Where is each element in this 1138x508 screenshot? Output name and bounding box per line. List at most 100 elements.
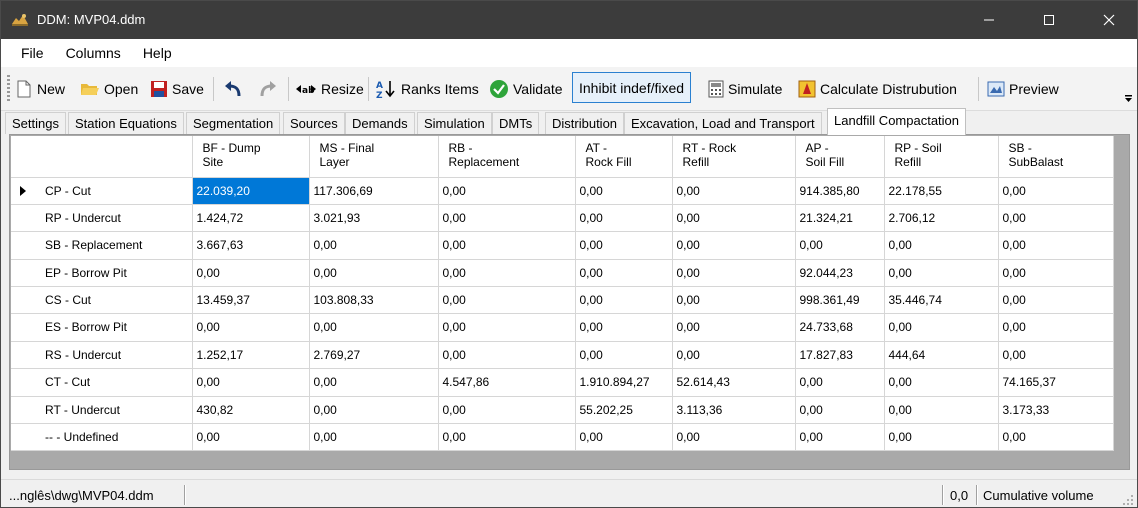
grid-cell[interactable]: 0,00 — [884, 423, 999, 452]
grid-cell[interactable]: 0,00 — [998, 313, 1114, 342]
grid-cell[interactable]: 914.385,80 — [795, 177, 885, 205]
grid-cell[interactable]: 0,00 — [998, 177, 1114, 205]
grid-cell[interactable]: 0,00 — [438, 341, 576, 370]
minimize-button[interactable] — [959, 1, 1019, 39]
grid-cell[interactable]: 21.324,21 — [795, 204, 885, 233]
tab-simulation[interactable]: Simulation — [417, 112, 492, 134]
grid-cell[interactable]: 92.044,23 — [795, 259, 885, 288]
grid-cell[interactable]: 0,00 — [438, 423, 576, 452]
grid-cell[interactable]: 0,00 — [795, 423, 885, 452]
grid-cell[interactable]: 0,00 — [998, 341, 1114, 370]
column-header[interactable]: RP - Soil Refill — [884, 136, 999, 178]
validate-button[interactable]: Validate — [489, 76, 563, 102]
undo-button[interactable] — [223, 76, 249, 102]
row-header[interactable]: CS - Cut — [11, 286, 193, 315]
grid-cell[interactable]: 3.173,33 — [998, 396, 1114, 425]
grid-cell[interactable]: 0,00 — [672, 259, 796, 288]
table-row[interactable]: SB - Replacement 3.667,63 0,00 0,00 0,00 0,00… — [11, 231, 1114, 260]
grid-cell[interactable]: 117.306,69 — [309, 177, 439, 205]
table-row[interactable]: ES - Borrow Pit 0,00 0,00 0,00 0,00 0,00 24.73… — [11, 313, 1114, 342]
grid-cell[interactable]: 17.827,83 — [795, 341, 885, 370]
table-row[interactable]: -- - Undefined 0,00 0,00 0,00 0,00 0,00 0,00 0,… — [11, 423, 1114, 452]
preview-button[interactable]: Preview — [987, 76, 1059, 102]
grid-cell[interactable]: 13.459,37 — [192, 286, 310, 315]
toolbar-overflow-icon[interactable] — [1124, 94, 1133, 103]
grid-cell[interactable]: 103.808,33 — [309, 286, 439, 315]
inhibit-indef-fixed-button[interactable]: Inhibit indef/fixed — [572, 72, 692, 103]
grid-cell[interactable]: 0,00 — [438, 231, 576, 260]
grid-cell[interactable]: 3.667,63 — [192, 231, 310, 260]
grid-cell[interactable]: 0,00 — [575, 177, 673, 205]
grid-cell[interactable]: 0,00 — [309, 259, 439, 288]
grid-cell[interactable]: 0,00 — [575, 231, 673, 260]
grid-cell[interactable]: 0,00 — [309, 313, 439, 342]
redo-button[interactable] — [256, 76, 282, 102]
grid-cell[interactable]: 430,82 — [192, 396, 310, 425]
table-row[interactable]: RS - Undercut 1.252,17 2.769,27 0,00 0,00 0,0… — [11, 341, 1114, 370]
row-header[interactable]: ES - Borrow Pit — [11, 313, 193, 342]
grid-cell[interactable]: 0,00 — [575, 259, 673, 288]
grid-cell[interactable]: 0,00 — [795, 368, 885, 397]
grid-cell[interactable]: 1.424,72 — [192, 204, 310, 233]
grid-cell[interactable]: 0,00 — [438, 259, 576, 288]
grid-cell[interactable]: 0,00 — [575, 286, 673, 315]
menu-help[interactable]: Help — [132, 41, 183, 65]
grid-cell[interactable]: 0,00 — [192, 368, 310, 397]
menu-file[interactable]: File — [10, 41, 55, 65]
open-button[interactable]: Open — [80, 76, 138, 102]
grid-cell[interactable]: 0,00 — [309, 231, 439, 260]
tab-settings[interactable]: Settings — [5, 112, 66, 134]
grid-cell[interactable]: 2.706,12 — [884, 204, 999, 233]
grid-cell[interactable]: 0,00 — [998, 231, 1114, 260]
tab-segmentation[interactable]: Segmentation — [186, 112, 281, 134]
resize-button[interactable]: ab Resize — [295, 76, 364, 102]
grid-cell[interactable]: 24.733,68 — [795, 313, 885, 342]
grid-cell[interactable]: 1.910.894,27 — [575, 368, 673, 397]
grid-cell[interactable]: 0,00 — [575, 313, 673, 342]
grid-cell[interactable]: 74.165,37 — [998, 368, 1114, 397]
row-header[interactable]: CP - Cut — [11, 177, 193, 205]
grid-cell[interactable]: 0,00 — [884, 396, 999, 425]
table-row[interactable]: CS - Cut 13.459,37 103.808,33 0,00 0,00 0,00 9… — [11, 286, 1114, 315]
grid-cell[interactable]: 3.113,36 — [672, 396, 796, 425]
row-header[interactable]: RT - Undercut — [11, 396, 193, 425]
grid-cell[interactable]: 0,00 — [575, 423, 673, 452]
grid-cell[interactable]: 3.021,93 — [309, 204, 439, 233]
grid-cell[interactable]: 0,00 — [795, 396, 885, 425]
grid-cell[interactable]: 0,00 — [672, 423, 796, 452]
grid-cell[interactable]: 0,00 — [672, 231, 796, 260]
tab-distribution[interactable]: Distribution — [545, 112, 625, 134]
table-row[interactable]: RP - Undercut 1.424,72 3.021,93 0,00 0,00 0,0… — [11, 204, 1114, 233]
grid-cell[interactable]: 444,64 — [884, 341, 999, 370]
table-row[interactable]: CP - Cut 22.039,20 117.306,69 0,00 0,00 0,00 9… — [11, 177, 1114, 205]
toolbar-grip[interactable] — [7, 75, 10, 103]
grid-cell[interactable]: 55.202,25 — [575, 396, 673, 425]
grid-cell[interactable]: 0,00 — [998, 204, 1114, 233]
table-row[interactable]: RT - Undercut 430,82 0,00 0,00 55.202,25 3.11… — [11, 396, 1114, 425]
grid-cell[interactable]: 0,00 — [309, 368, 439, 397]
column-header[interactable]: AP - Soil Fill — [795, 136, 885, 178]
column-header[interactable]: RT - Rock Refill — [672, 136, 796, 178]
column-header[interactable]: BF - Dump Site — [192, 136, 310, 178]
grid-cell[interactable]: 0,00 — [672, 177, 796, 205]
tab-landfill-compactation[interactable]: Landfill Compactation — [827, 108, 967, 135]
grid-cell[interactable]: 0,00 — [438, 396, 576, 425]
grid-cell[interactable]: 35.446,74 — [884, 286, 999, 315]
menu-columns[interactable]: Columns — [55, 41, 132, 65]
column-header[interactable]: RB - Replacement — [438, 136, 576, 178]
column-header[interactable]: MS - Final Layer — [309, 136, 439, 178]
save-button[interactable]: Save — [150, 76, 204, 102]
grid-cell[interactable]: 0,00 — [795, 231, 885, 260]
grid-cell[interactable]: 0,00 — [884, 313, 999, 342]
grid-cell[interactable]: 0,00 — [884, 368, 999, 397]
grid-cell[interactable]: 52.614,43 — [672, 368, 796, 397]
row-header[interactable]: SB - Replacement — [11, 231, 193, 260]
grid-cell[interactable]: 0,00 — [309, 423, 439, 452]
table-row[interactable]: EP - Borrow Pit 0,00 0,00 0,00 0,00 0,00 92.04… — [11, 259, 1114, 288]
grid-cell[interactable]: 998.361,49 — [795, 286, 885, 315]
calculate-distribution-button[interactable]: Calculate Distrubution — [798, 76, 957, 102]
grid-cell[interactable]: 0,00 — [672, 286, 796, 315]
grid-cell[interactable]: 0,00 — [672, 204, 796, 233]
grid-cell[interactable]: 1.252,17 — [192, 341, 310, 370]
grid-cell[interactable]: 2.769,27 — [309, 341, 439, 370]
